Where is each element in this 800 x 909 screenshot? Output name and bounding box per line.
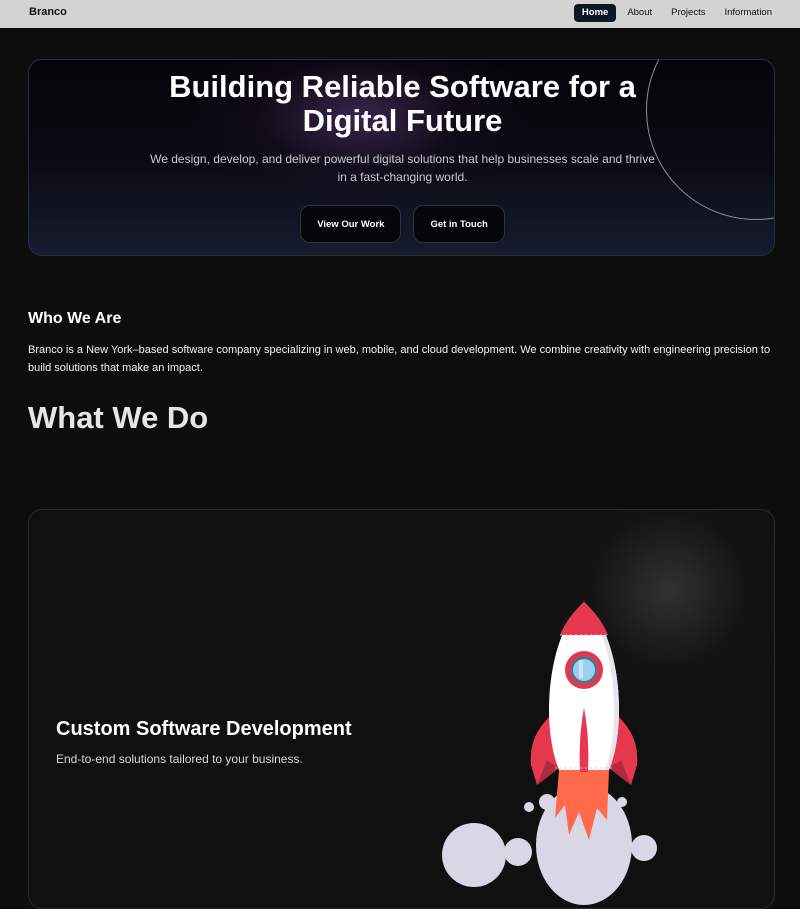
view-our-work-button[interactable]: View Our Work xyxy=(300,205,402,243)
rocket-icon xyxy=(442,602,657,905)
hero-title: Building Reliable Software for a Digital… xyxy=(169,69,636,138)
service-title: Custom Software Development xyxy=(56,718,352,740)
nav-link-home[interactable]: Home xyxy=(573,4,617,22)
hero-buttons: View Our Work Get in Touch xyxy=(29,205,774,243)
hero-subtitle: We design, develop, and deliver powerful… xyxy=(150,152,655,184)
nav-link-projects[interactable]: Projects xyxy=(663,4,713,22)
get-in-touch-button[interactable]: Get in Touch xyxy=(413,205,505,243)
what-we-do-heading: What We Do xyxy=(28,400,209,435)
top-navbar: Branco Home About Projects Information xyxy=(0,0,800,28)
service-card: Custom Software Development End-to-end s… xyxy=(28,509,775,909)
service-description: End-to-end solutions tailored to your bu… xyxy=(56,752,303,766)
nav-link-information[interactable]: Information xyxy=(716,4,780,22)
who-we-are-heading: Who We Are xyxy=(28,310,122,327)
brand-logo[interactable]: Branco xyxy=(29,6,67,18)
who-we-are-text: Branco is a New York–based software comp… xyxy=(28,344,771,374)
nav-links: Home About Projects Information xyxy=(571,4,780,22)
hero-section: Building Reliable Software for a Digital… xyxy=(28,59,775,256)
nav-link-about[interactable]: About xyxy=(619,4,660,22)
